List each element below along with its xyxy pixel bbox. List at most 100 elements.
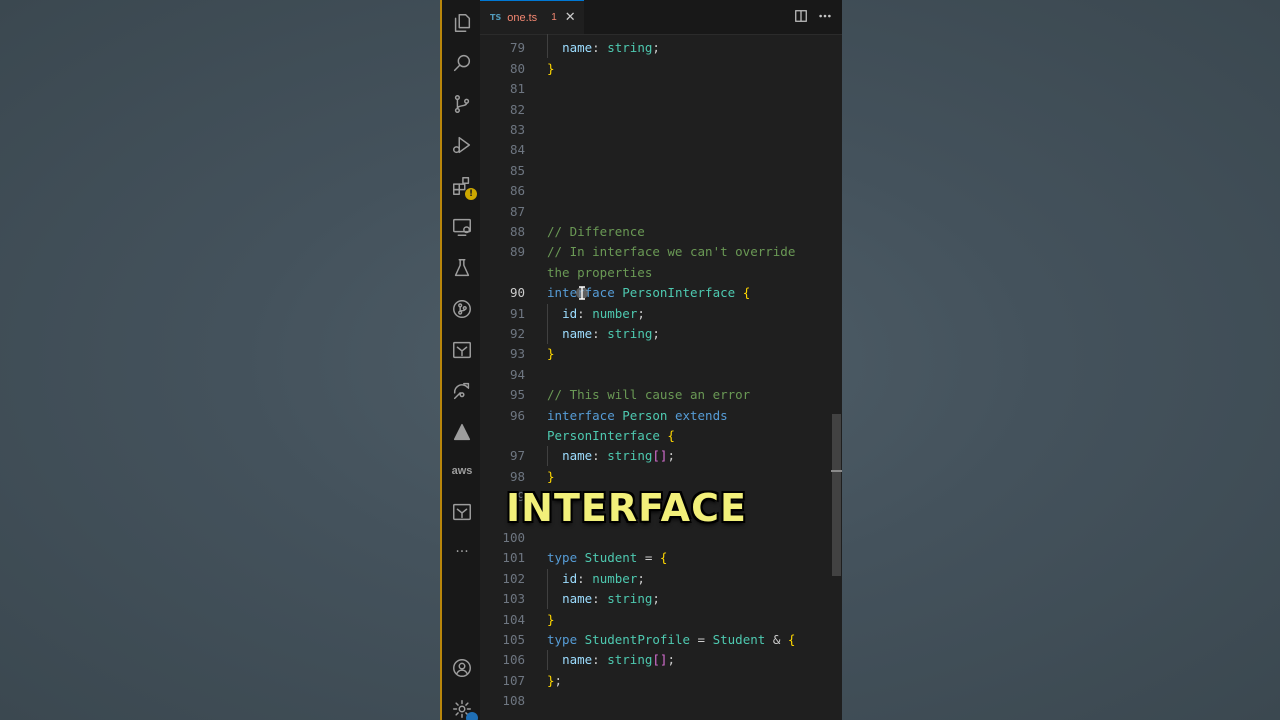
extensions-icon[interactable]: ! (448, 172, 477, 200)
scrollbar-thumb[interactable] (832, 414, 841, 576)
code-line[interactable]: 108 (480, 691, 842, 711)
video-caption: INTERFACE (506, 486, 747, 530)
more-icon[interactable]: ··· (448, 538, 476, 566)
code-line[interactable]: 85 (480, 161, 842, 181)
line-number: 91 (509, 305, 525, 321)
search-icon[interactable] (448, 49, 476, 77)
more-label: ··· (455, 544, 469, 560)
editor-window: ! aws ··· TS one.ts 1 ✕ 79 name: string;… (440, 0, 842, 720)
explorer-icon[interactable] (448, 9, 476, 37)
line-number: 107 (502, 672, 525, 688)
code-line[interactable]: 82 (480, 100, 842, 120)
manage-gear-icon[interactable] (448, 695, 478, 720)
scrollbar-cursor-marker (831, 470, 842, 472)
remote-explorer-icon[interactable] (448, 213, 476, 241)
code-line[interactable]: 95 // This will cause an error (480, 385, 842, 405)
code-text: id: number; (562, 305, 645, 321)
tab-bar: TS one.ts 1 ✕ (480, 0, 842, 35)
line-number: 101 (502, 550, 525, 566)
line-number: 103 (502, 591, 525, 607)
code-line[interactable]: 103 name: string; (480, 589, 842, 610)
code-line[interactable]: 91 id: number; (480, 303, 842, 324)
code-text: }; (547, 672, 563, 688)
code-text: type Student = { (547, 550, 668, 566)
code-line[interactable]: 88 // Difference (480, 222, 842, 242)
update-badge (466, 712, 478, 720)
code-line[interactable]: 89 // In interface we can't override (480, 242, 842, 262)
code-text: id: number; (547, 34, 645, 38)
code-line[interactable]: 106 name: string[]; (480, 650, 842, 671)
code-text: PersonInterface { (547, 428, 675, 443)
vertical-scrollbar[interactable] (831, 34, 842, 720)
line-number: 98 (509, 468, 525, 484)
code-line[interactable]: 102 id: number; (480, 568, 842, 589)
line-number: 106 (502, 652, 525, 668)
git-graph-icon[interactable] (448, 295, 476, 323)
line-number: 88 (509, 224, 525, 239)
code-line[interactable]: 98} (480, 467, 842, 487)
source-control-icon[interactable] (448, 90, 476, 118)
code-line[interactable]: 100 (480, 528, 842, 548)
docker-2-icon[interactable] (448, 498, 476, 526)
code-text: id: number; (562, 570, 645, 586)
line-number: 90 (509, 285, 525, 301)
code-line[interactable]: PersonInterface { (480, 426, 842, 446)
code-line[interactable]: 79 name: string; (480, 38, 842, 59)
line-number: 85 (509, 162, 525, 178)
editor-actions (794, 8, 832, 27)
code-text: name: string; (562, 40, 660, 56)
aws-icon[interactable]: aws (448, 457, 476, 485)
tab-one-ts[interactable]: TS one.ts 1 ✕ (480, 0, 584, 34)
line-number: 108 (502, 693, 525, 709)
code-line[interactable]: 86 (480, 181, 842, 201)
code-line[interactable]: the properties (480, 263, 842, 283)
code-text: } (547, 346, 555, 362)
code-line[interactable]: 78 id: number; (480, 34, 842, 38)
typescript-file-icon: TS (490, 13, 502, 22)
live-share-icon[interactable] (448, 377, 476, 405)
code-line[interactable]: 80} (480, 59, 842, 79)
code-line[interactable]: 90interface PersonInterface { (480, 283, 842, 303)
code-line[interactable]: 81 (480, 79, 842, 99)
line-number: 100 (502, 530, 525, 545)
line-number: 95 (509, 387, 525, 403)
more-actions-icon[interactable] (818, 8, 832, 27)
code-line[interactable]: 94 (480, 365, 842, 385)
code-line[interactable]: 83 (480, 120, 842, 140)
code-line[interactable]: 107}; (480, 671, 842, 691)
account-icon[interactable] (448, 654, 476, 682)
line-number: 105 (502, 632, 525, 647)
line-number: 96 (509, 407, 525, 423)
split-editor-icon[interactable] (794, 8, 808, 27)
code-line[interactable]: 97 name: string[]; (480, 446, 842, 467)
code-line[interactable]: 105 type StudentProfile = Student & { (480, 630, 842, 650)
tab-problem-count: 1 (551, 12, 557, 23)
code-text: interface Person extends (547, 407, 728, 423)
text-cursor-icon (576, 286, 588, 300)
tab-close-button[interactable]: ✕ (565, 10, 576, 25)
azure-icon[interactable] (448, 418, 476, 446)
code-line[interactable]: 92 name: string; (480, 324, 842, 344)
line-number: 80 (509, 60, 525, 76)
code-line[interactable]: 101 type Student = { (480, 548, 842, 568)
code-line[interactable]: 87 (480, 202, 842, 222)
code-text: // This will cause an error (547, 387, 751, 403)
code-text: name: string; (562, 326, 660, 341)
run-debug-icon[interactable] (448, 131, 476, 159)
line-number: 78 (480, 34, 525, 38)
line-number: 102 (502, 570, 525, 586)
code-text: name: string[]; (562, 448, 675, 464)
code-text: the properties (547, 264, 653, 280)
code-text: // Difference (547, 224, 645, 239)
code-line[interactable]: 84 (480, 140, 842, 160)
docker-icon[interactable] (448, 336, 476, 364)
code-line[interactable]: 104} (480, 610, 842, 630)
code-line[interactable]: 96 interface Person extends (480, 406, 842, 426)
code-editor[interactable]: 78 id: number;79 name: string;80}8182838… (480, 34, 842, 720)
line-number: 81 (509, 81, 525, 97)
code-text: } (547, 468, 555, 484)
testing-icon[interactable] (448, 254, 476, 282)
line-number: 89 (509, 244, 525, 260)
code-line[interactable]: 93} (480, 344, 842, 364)
code-text: } (547, 60, 555, 76)
